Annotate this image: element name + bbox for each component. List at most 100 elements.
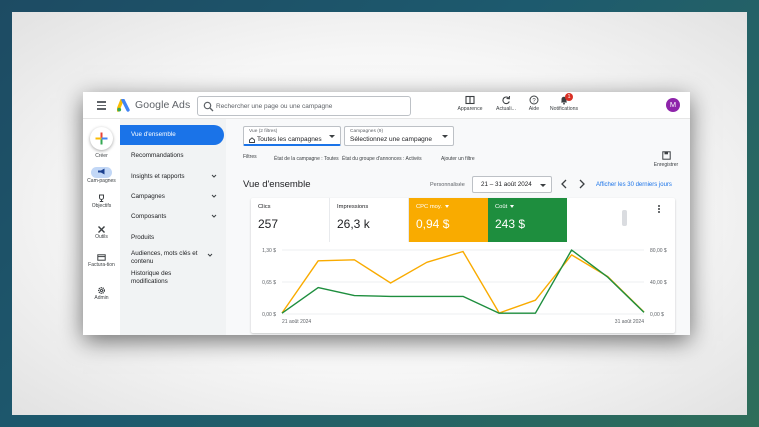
nav-item-overview[interactable]: Vue d'ensemble — [120, 125, 224, 145]
nav-item-label: Audiences, mots clés et contenu — [131, 250, 198, 265]
trophy-icon — [99, 194, 104, 202]
rail-item-campaigns[interactable]: Cam-pagnes — [83, 166, 120, 185]
x-tick-label: 21 août 2024 — [282, 319, 311, 325]
nav-item-recommendations[interactable]: Recommandations — [120, 152, 224, 160]
appearance-button[interactable]: Apparence — [453, 95, 487, 117]
performance-card: Clics 257 Impressions 26,3 k CPC moy. 0,… — [251, 198, 675, 333]
kpi-label: Clics — [258, 204, 271, 210]
kpi-cost[interactable]: Coût 243 $ — [488, 198, 567, 242]
megaphone-icon — [98, 168, 105, 175]
side-nav: Vue d'ensemble Recommandations Insights … — [120, 119, 226, 335]
notifications-button[interactable]: 1 Notifications — [547, 93, 581, 117]
search-box[interactable] — [197, 96, 411, 116]
campaigns-label: Cam-pagnes — [87, 178, 116, 184]
x-tick-label: 31 août 2024 — [615, 319, 644, 325]
main-content: Vue (2 filtres) Toutes les campagnes Cam… — [226, 119, 690, 335]
right-tick-label: 0,00 $ — [650, 312, 664, 318]
nav-item-change-history[interactable]: Historique des modifications — [120, 270, 224, 286]
filter-chip-campaign-status[interactable]: État de la campagne : Toutes — [274, 156, 339, 162]
tools-label: Outils — [95, 234, 108, 240]
filters-label: Filtres — [243, 154, 257, 160]
chevron-left-icon[interactable] — [559, 178, 569, 190]
nav-item-insights[interactable]: Insights et rapports — [120, 173, 224, 181]
save-button[interactable]: Enregistrer — [651, 151, 681, 168]
more-options-icon[interactable] — [658, 205, 662, 215]
left-tick-label: 0,65 $ — [262, 280, 276, 286]
nav-item-campaigns[interactable]: Campagnes — [120, 193, 224, 201]
home-icon — [249, 137, 255, 143]
admin-label: Admin — [94, 295, 109, 301]
kpi-impressions[interactable]: Impressions 26,3 k — [330, 198, 409, 242]
kpi-avg-cpc[interactable]: CPC moy. 0,94 $ — [409, 198, 488, 242]
avatar[interactable]: M — [666, 98, 680, 112]
kpi-label: CPC moy. — [416, 204, 442, 210]
create-label: Créer — [95, 153, 108, 159]
rail-item-billing[interactable]: Factura-tion — [83, 253, 120, 269]
kpi-value: 257 — [258, 217, 279, 231]
caret-down-icon — [444, 204, 449, 208]
chevron-down-icon — [211, 194, 217, 198]
nav-item-label: Vue d'ensemble — [131, 131, 176, 138]
kpi-label: Impressions — [337, 204, 369, 210]
appearance-label: Apparence — [457, 106, 483, 112]
kpi-label-wrap: CPC moy. — [416, 204, 449, 210]
help-icon: ? — [529, 95, 539, 105]
nav-item-audiences[interactable]: Audiences, mots clés et contenu — [120, 250, 220, 266]
caret-down-icon — [510, 204, 515, 208]
goals-label: Objectifs — [91, 203, 112, 209]
filter-chip-adgroup-status[interactable]: État du groupe d'annonces : Activés — [342, 156, 422, 162]
page-title: Vue d'ensemble — [243, 179, 311, 190]
dropdown-arrow-icon — [540, 184, 546, 187]
nav-item-label: Composants — [131, 213, 167, 220]
add-filter-button[interactable]: Ajouter un filtre — [441, 156, 475, 162]
view-filter-select[interactable]: Vue (2 filtres) Toutes les campagnes — [243, 126, 341, 146]
nav-item-assets[interactable]: Composants — [120, 213, 224, 221]
campaign-select-value: Sélectionnez une campagne — [350, 136, 433, 143]
campaigns-pill — [91, 167, 112, 178]
google-ads-logo-icon — [117, 99, 130, 112]
campaign-select[interactable]: Campagnes (9) Sélectionnez une campagne — [344, 126, 454, 146]
kpi-label-wrap: Coût — [495, 204, 515, 210]
left-rail: Créer Cam-pagnes Objectifs Outils Factur… — [83, 119, 120, 335]
save-icon — [661, 151, 671, 160]
help-button[interactable]: ? Aide — [517, 95, 551, 117]
search-icon — [203, 101, 214, 112]
chevron-right-icon[interactable] — [577, 178, 587, 190]
menu-icon[interactable] — [97, 101, 106, 110]
show-last-30-days-link[interactable]: Afficher les 30 derniers jours — [596, 182, 672, 188]
kpi-clicks[interactable]: Clics 257 — [251, 198, 330, 242]
chevron-down-icon — [211, 214, 217, 218]
performance-chart: 1,30 $ 0,65 $ 0,00 $ 80,00 $ 40,00 $ 0,00 $ 21… — [262, 248, 667, 325]
chevron-down-icon — [207, 253, 213, 257]
help-label: Aide — [528, 106, 540, 112]
nav-item-label: Recommandations — [131, 152, 184, 159]
top-bar: Google Ads Apparence Actuali... — [83, 92, 690, 119]
nav-item-label: Campagnes — [131, 193, 165, 200]
chevron-down-icon — [211, 174, 217, 178]
rail-item-tools[interactable]: Outils — [83, 225, 120, 241]
right-tick-label: 40,00 $ — [650, 280, 667, 286]
notification-badge: 1 — [565, 93, 573, 101]
rail-item-admin[interactable]: Admin — [83, 286, 120, 302]
search-input[interactable] — [216, 99, 406, 113]
nav-item-label: Historique des modifications — [131, 270, 172, 285]
date-range-picker[interactable]: 21 – 31 août 2024 — [472, 176, 552, 193]
appearance-icon — [465, 95, 475, 105]
refresh-icon — [502, 95, 511, 105]
campaign-select-caption: Campagnes (9) — [350, 129, 384, 134]
view-filter-value: Toutes les campagnes — [257, 136, 322, 143]
nav-item-label: Insights et rapports — [131, 173, 185, 180]
dropdown-arrow-icon — [329, 135, 335, 138]
notifications-label: Notifications — [549, 106, 579, 112]
rail-item-goals[interactable]: Objectifs — [83, 194, 120, 210]
kpi-value: 26,3 k — [337, 217, 370, 231]
custom-range-label: Personnalisée — [430, 182, 465, 188]
gear-icon — [98, 287, 105, 294]
left-tick-label: 1,30 $ — [262, 248, 276, 254]
nav-item-products[interactable]: Produits — [120, 234, 224, 242]
scrollbar[interactable] — [622, 210, 627, 226]
tools-icon — [98, 226, 105, 233]
nav-item-label: Produits — [131, 234, 155, 241]
kpi-value: 243 $ — [495, 217, 526, 231]
create-button[interactable] — [90, 127, 113, 150]
